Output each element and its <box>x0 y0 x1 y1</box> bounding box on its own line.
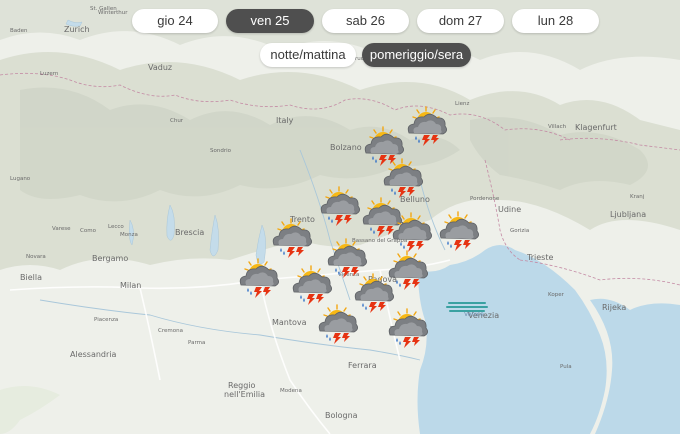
svg-text:Vicenza: Vicenza <box>338 272 359 278</box>
svg-text:Villach: Villach <box>548 124 567 130</box>
day-tab-dom-27[interactable]: dom 27 <box>417 9 504 33</box>
svg-text:Lienz: Lienz <box>455 101 469 107</box>
period-tab-pomeriggio-sera[interactable]: pomeriggio/sera <box>362 43 471 67</box>
svg-text:Cremona: Cremona <box>158 328 183 334</box>
svg-text:Mantova: Mantova <box>272 318 307 327</box>
svg-text:Piacenza: Piacenza <box>94 317 118 323</box>
day-tab-gio-24[interactable]: gio 24 <box>132 9 218 33</box>
svg-text:Italy: Italy <box>276 116 294 125</box>
svg-text:Vaduz: Vaduz <box>148 63 172 72</box>
svg-text:Lecco: Lecco <box>108 224 124 230</box>
svg-text:Bologna: Bologna <box>325 411 358 420</box>
svg-text:Bergamo: Bergamo <box>92 254 128 263</box>
svg-text:Klagenfurt: Klagenfurt <box>575 123 617 132</box>
svg-text:Milan: Milan <box>120 281 141 290</box>
svg-text:Pula: Pula <box>560 364 572 370</box>
svg-text:Venice: Venice <box>464 311 484 318</box>
svg-text:Rijeka: Rijeka <box>602 303 626 312</box>
svg-text:Gorizia: Gorizia <box>510 228 529 234</box>
svg-text:Trieste: Trieste <box>526 253 553 262</box>
svg-text:Ljubljana: Ljubljana <box>610 210 646 219</box>
svg-text:Luzern: Luzern <box>40 71 59 77</box>
svg-text:Belluno: Belluno <box>400 195 430 204</box>
svg-text:Udine: Udine <box>498 205 521 214</box>
day-tab-lun-28[interactable]: lun 28 <box>512 9 599 33</box>
svg-text:Trento: Trento <box>289 215 315 224</box>
svg-text:Kranj: Kranj <box>630 194 645 200</box>
svg-text:Bolzano: Bolzano <box>330 143 362 152</box>
svg-text:Varese: Varese <box>52 226 71 232</box>
svg-text:Alessandria: Alessandria <box>70 350 117 359</box>
svg-text:Monza: Monza <box>120 232 138 238</box>
period-tab-notte-mattina[interactable]: notte/mattina <box>260 43 356 67</box>
day-tab-sab-26[interactable]: sab 26 <box>322 9 409 33</box>
svg-text:Brescia: Brescia <box>175 228 204 237</box>
svg-text:Zurich: Zurich <box>64 25 90 34</box>
svg-text:Novara: Novara <box>26 254 46 260</box>
fog-icon <box>446 302 488 312</box>
svg-text:Sondrio: Sondrio <box>210 148 232 154</box>
svg-text:Chur: Chur <box>170 118 184 124</box>
svg-text:Biella: Biella <box>20 273 42 282</box>
svg-text:Reggio: Reggio <box>228 381 256 390</box>
svg-text:Parma: Parma <box>188 340 205 346</box>
svg-text:St. Gallen: St. Gallen <box>90 6 117 12</box>
svg-text:nell'Emilia: nell'Emilia <box>224 390 265 399</box>
svg-text:Koper: Koper <box>548 292 565 298</box>
svg-text:Como: Como <box>80 228 97 234</box>
day-tab-ven-25[interactable]: ven 25 <box>226 9 314 33</box>
svg-text:Modena: Modena <box>280 388 302 394</box>
svg-text:Pordenone: Pordenone <box>470 196 500 202</box>
svg-text:Ferrara: Ferrara <box>348 361 377 370</box>
svg-text:Baden: Baden <box>10 28 28 34</box>
svg-text:Lugano: Lugano <box>10 176 31 182</box>
